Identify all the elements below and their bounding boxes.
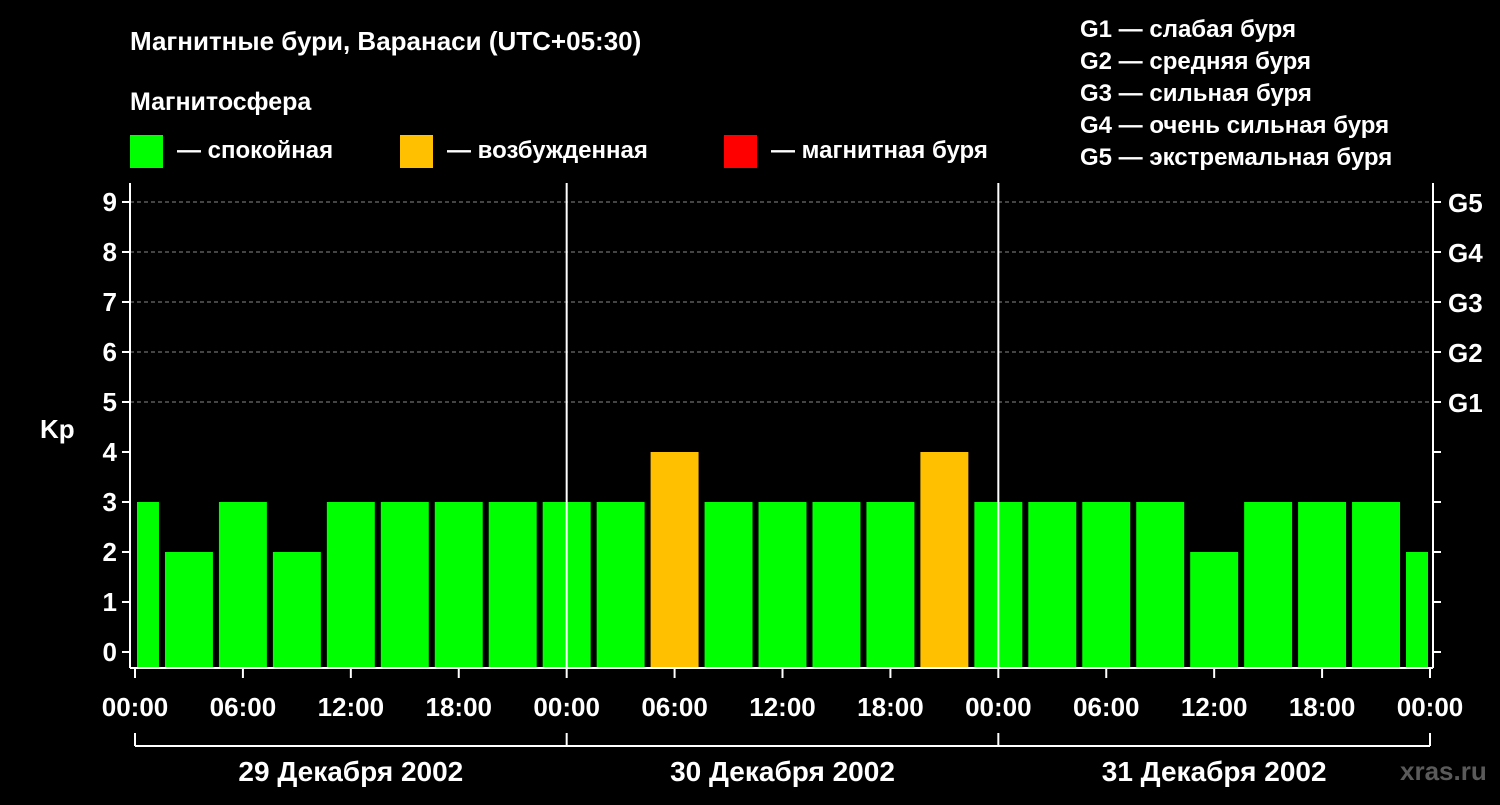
y-tick-label: 1 [103,587,117,617]
g-level-label: G5 [1448,188,1483,218]
kp-bar [1406,552,1428,668]
g-level-label: G1 [1448,388,1483,418]
kp-bar [1298,502,1347,668]
kp-bar [1028,502,1077,668]
y-tick-label: 6 [103,337,117,367]
chart-subtitle: Магнитосфера [130,88,312,116]
y-tick-label: 4 [103,437,118,467]
plot-area: 0 1 2 3 4 5 6 7 8 9 G1 G2 G3 G4 G5 00:00 06:00 12:00 18:00… [102,183,1483,787]
y-tick-label: 2 [103,537,117,567]
x-tick-label: 00:00 [102,692,169,722]
y-tick-label: 0 [103,637,117,667]
legend-label-active: — возбужденная [447,137,648,164]
g-level-label: G3 [1448,288,1483,318]
y-axis-label: Kp [40,414,75,444]
kp-bar [812,502,861,668]
kp-bar [164,552,213,668]
kp-bar [1136,502,1185,668]
kp-bar [218,502,267,668]
kp-bar [1244,502,1293,668]
legend-label-storm: — магнитная буря [771,137,988,164]
kp-bar [1190,552,1239,668]
kp-bar [866,502,915,668]
chart-title: Магнитные бури, Варанаси (UTC+05:30) [130,26,641,56]
x-tick-label: 00:00 [533,692,600,722]
x-tick-label: 00:00 [1397,692,1464,722]
x-tick-label: 12:00 [318,692,385,722]
kp-bar [272,552,321,668]
kp-bar [758,502,807,668]
kp-bar [326,502,375,668]
kp-chart: Магнитные бури, Варанаси (UTC+05:30) Маг… [40,16,1487,787]
y-tick-label: 5 [103,387,117,417]
kp-bar [650,452,699,668]
x-tick-label: 18:00 [857,692,924,722]
g-scale-g4: G4 — очень сильная буря [1080,112,1389,139]
kp-bar [380,502,429,668]
g-level-label: G4 [1448,238,1483,268]
legend-swatch-storm [724,135,757,168]
g-scale-g1: G1 — слабая буря [1080,16,1296,43]
x-tick-label: 06:00 [1073,692,1140,722]
kp-bar [704,502,753,668]
day-label: 30 Декабря 2002 [670,756,895,787]
kp-bar [1082,502,1131,668]
legend-swatch-quiet [130,135,163,168]
kp-bar [137,502,159,668]
y-tick-label: 7 [103,287,117,317]
x-tick-label: 12:00 [1181,692,1248,722]
kp-bar [488,502,537,668]
g-scale-g5: G5 — экстремальная буря [1080,144,1392,171]
legend-swatch-active [400,135,433,168]
g-scale-legend: G1 — слабая буря G2 — средняя буря G3 — … [1080,16,1392,171]
y-tick-label: 9 [103,187,117,217]
kp-bar [434,502,483,668]
x-tick-label: 00:00 [965,692,1032,722]
kp-bar [1352,502,1401,668]
g-level-label: G2 [1448,338,1483,368]
x-tick-label: 06:00 [210,692,277,722]
y-tick-label: 3 [103,487,117,517]
x-tick-label: 12:00 [749,692,816,722]
x-tick-label: 06:00 [641,692,708,722]
x-tick-label: 18:00 [1289,692,1356,722]
day-label: 31 Декабря 2002 [1102,756,1327,787]
g-scale-g3: G3 — сильная буря [1080,80,1312,107]
g-scale-g2: G2 — средняя буря [1080,48,1311,75]
day-label: 29 Декабря 2002 [238,756,463,787]
status-legend: — спокойная — возбужденная — магнитная б… [130,135,988,168]
x-tick-label: 18:00 [426,692,493,722]
kp-bar [920,452,969,668]
y-tick-label: 8 [103,237,117,267]
watermark: xras.ru [1400,756,1487,786]
kp-bar [596,502,645,668]
legend-label-quiet: — спокойная [177,137,333,164]
